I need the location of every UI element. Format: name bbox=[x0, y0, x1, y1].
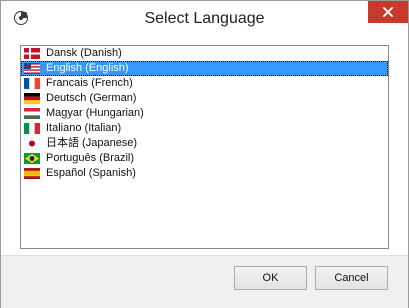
denmark-flag-icon bbox=[24, 48, 40, 59]
spain-flag-icon bbox=[24, 168, 40, 179]
language-label: English (English) bbox=[46, 62, 129, 74]
language-label: Español (Spanish) bbox=[46, 167, 136, 179]
language-label: Francais (French) bbox=[46, 77, 133, 89]
language-item-portuguese-brazil[interactable]: Português (Brazil) bbox=[21, 151, 388, 166]
language-item-german[interactable]: Deutsch (German) bbox=[21, 91, 388, 106]
language-item-french[interactable]: Francais (French) bbox=[21, 76, 388, 91]
language-item-danish[interactable]: Dansk (Danish) bbox=[21, 46, 388, 61]
title-bar[interactable]: Select Language bbox=[1, 1, 408, 38]
dialog-footer: OK Cancel bbox=[1, 255, 408, 308]
select-language-dialog: Select Language Dansk (Danish) English (… bbox=[0, 0, 409, 308]
close-button[interactable] bbox=[368, 1, 408, 23]
language-label: Deutsch (German) bbox=[46, 92, 137, 104]
language-label: Português (Brazil) bbox=[46, 152, 135, 164]
japan-flag-icon bbox=[24, 138, 40, 149]
language-item-english[interactable]: English (English) bbox=[21, 61, 388, 76]
language-item-hungarian[interactable]: Magyar (Hungarian) bbox=[21, 106, 388, 121]
cancel-button[interactable]: Cancel bbox=[315, 266, 388, 290]
germany-flag-icon bbox=[24, 93, 40, 104]
dialog-content: Dansk (Danish) English (English) Francai… bbox=[1, 38, 408, 255]
brazil-flag-icon bbox=[24, 153, 40, 164]
close-icon bbox=[383, 7, 393, 17]
language-item-japanese[interactable]: 日本語 (Japanese) bbox=[21, 136, 388, 151]
italy-flag-icon bbox=[24, 123, 40, 134]
france-flag-icon bbox=[24, 78, 40, 89]
language-item-spanish[interactable]: Español (Spanish) bbox=[21, 166, 388, 181]
language-label: Italiano (Italian) bbox=[46, 122, 122, 134]
language-list[interactable]: Dansk (Danish) English (English) Francai… bbox=[20, 45, 389, 249]
language-item-italian[interactable]: Italiano (Italian) bbox=[21, 121, 388, 136]
language-label: Magyar (Hungarian) bbox=[46, 107, 144, 119]
language-label: Dansk (Danish) bbox=[46, 47, 122, 59]
usa-flag-icon bbox=[24, 63, 40, 74]
hungary-flag-icon bbox=[24, 108, 40, 119]
ok-button[interactable]: OK bbox=[234, 266, 307, 290]
language-label: 日本語 (Japanese) bbox=[46, 137, 138, 149]
window-title: Select Language bbox=[144, 10, 265, 27]
